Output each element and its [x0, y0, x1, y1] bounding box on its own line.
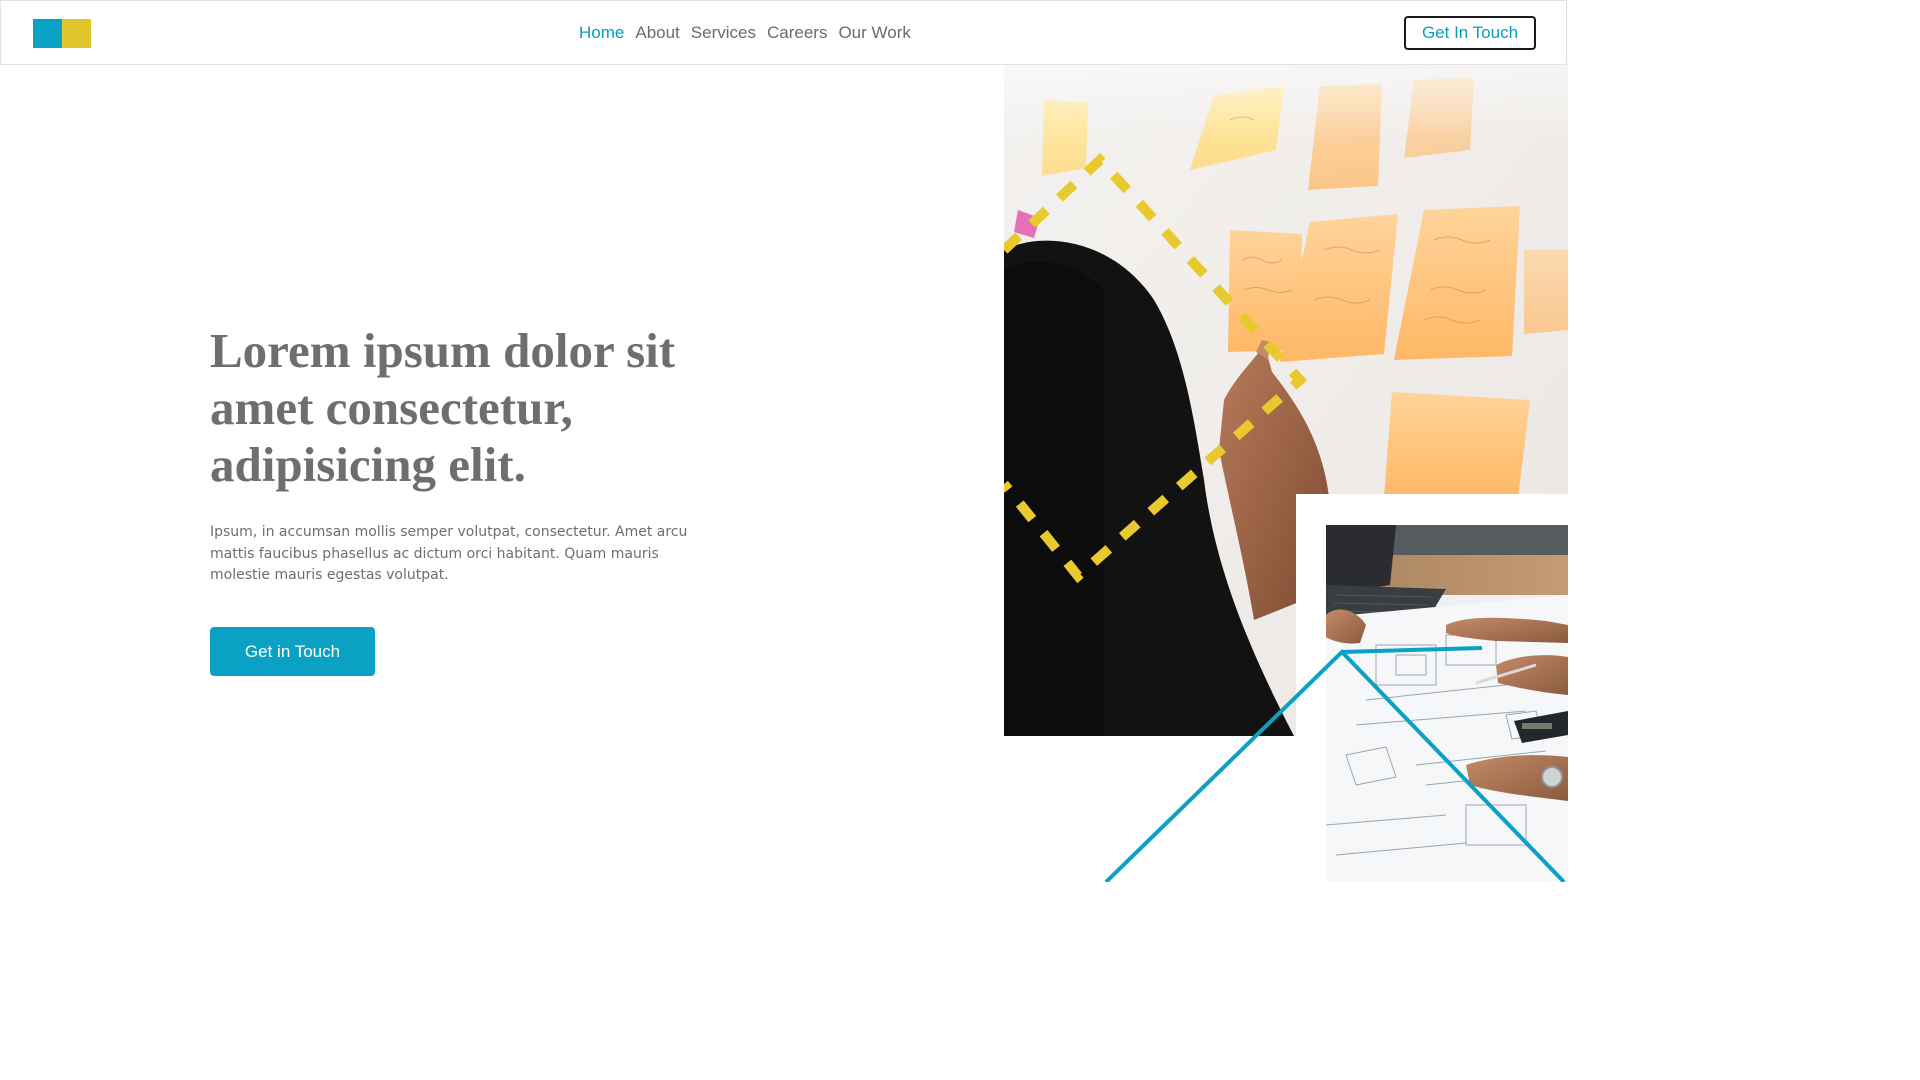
- site-header: Home About Services Careers Our Work Get…: [0, 0, 1567, 65]
- nav-item-our-work[interactable]: Our Work: [838, 21, 910, 45]
- logo-yellow-square: [62, 19, 91, 48]
- nav-item-about[interactable]: About: [635, 21, 679, 45]
- nav-item-careers[interactable]: Careers: [767, 21, 827, 45]
- secondary-photo-blueprints: [1326, 525, 1568, 882]
- nav-item-home[interactable]: Home: [579, 21, 624, 45]
- main-nav: Home About Services Careers Our Work: [579, 21, 911, 45]
- hero-title: Lorem ipsum dolor sit amet consectetur, …: [210, 323, 676, 492]
- nav-item-services[interactable]: Services: [691, 21, 756, 45]
- logo-blue-square: [33, 19, 62, 48]
- brand-logo[interactable]: [33, 19, 91, 48]
- landing-page: Home About Services Careers Our Work Get…: [0, 0, 1568, 882]
- hero-get-in-touch-button[interactable]: Get in Touch: [210, 627, 375, 676]
- hero-description: Ipsum, in accumsan mollis semper volutpa…: [210, 524, 688, 583]
- header-get-in-touch-button[interactable]: Get In Touch: [1404, 16, 1536, 50]
